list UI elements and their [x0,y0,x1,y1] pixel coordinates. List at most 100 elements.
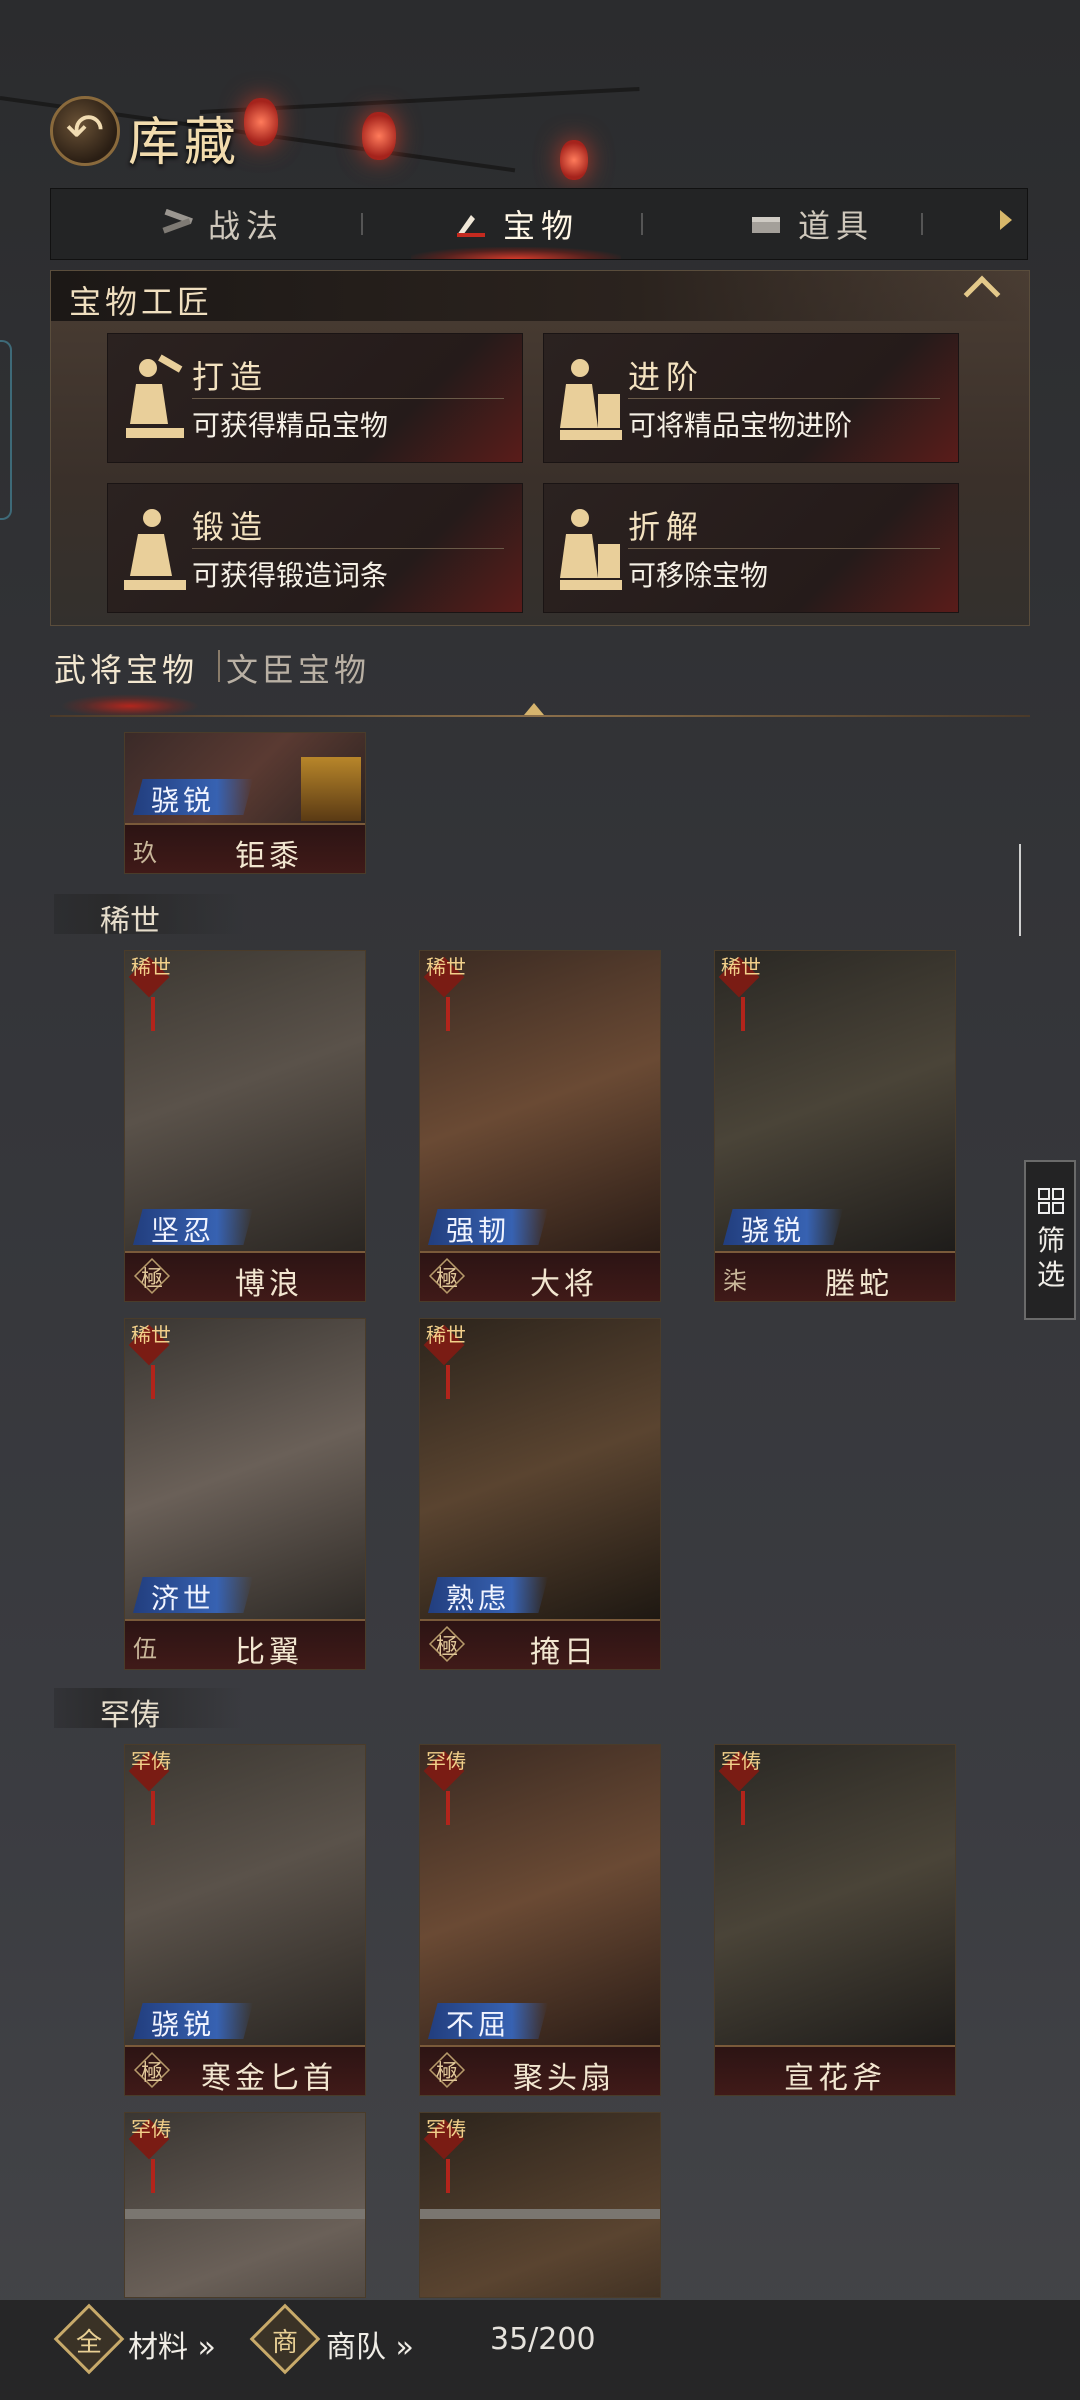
artisan-card-name: 进阶 [628,358,705,396]
treasure-card[interactable]: 骁锐 玖 钜黍 [124,732,366,874]
artisan-card-desc: 可移除宝物 [628,559,769,592]
artisan-card-desc: 可将精品宝物进阶 [628,409,853,442]
trait-tag: 熟虑 [428,1577,548,1613]
rarity-seal-text: 稀世 [426,1323,466,1347]
category-tab-civil[interactable]: 文臣宝物 [226,645,370,691]
tab-treasure[interactable]: 宝物 [381,189,651,259]
artisan-dismantle-button[interactable]: 折解 可移除宝物 [543,483,959,613]
section-header-unique: 罕俦 [54,1688,244,1733]
rarity-seal-text: 稀世 [721,955,761,979]
tab-items[interactable]: 道具 [661,189,961,259]
craftsman-forge-icon [124,509,186,590]
rarity-seal-text: 稀世 [131,1323,171,1347]
divider [192,548,504,549]
craftsman-dismantle-icon [560,509,622,590]
rarity-seal: 稀世 [128,1323,171,1399]
grade-label: 玖 [133,839,157,867]
trait-tag-label: 骁锐 [741,1214,806,1247]
rarity-seal-text: 罕俦 [131,1749,171,1773]
filter-button[interactable]: 筛选 [1024,1160,1076,1320]
treasure-footer: 柒 塍蛇 [715,1251,955,1301]
treasure-name: 博浪 [235,1267,303,1302]
items-icon [751,217,780,233]
grade-label: 柒 [723,1267,747,1295]
storage-capacity: 35/200 [490,2322,596,2357]
treasure-footer: 極 掩日 [420,1619,660,1669]
treasure-name: 寒金匕首 [201,2061,337,2096]
tab-label: 宝物 [502,207,579,245]
treasure-card[interactable]: 稀世骁锐柒 塍蛇 [714,950,956,1302]
treasure-footer: 極 寒金匕首 [125,2045,365,2095]
treasure-footer: 極 大将 [420,1251,660,1301]
tab-next-arrow-icon[interactable] [1000,210,1012,230]
treasure-name: 掩日 [530,1635,598,1670]
treasure-card[interactable]: 罕俦 [419,2112,661,2298]
treasure-card[interactable]: 罕俦 不屈極 聚头扇 [419,1744,661,2096]
rarity-seal: 罕俦 [718,1749,761,1825]
category-tab-general[interactable]: 武将宝物 [54,645,198,691]
artisan-craft-button[interactable]: 打造 可获得精品宝物 [107,333,523,463]
artisan-card-name: 锻造 [192,508,269,546]
trait-tag: 坚忍 [133,1209,253,1245]
treasure-card[interactable]: 稀世 坚忍極 博浪 [124,950,366,1302]
treasure-name: 大将 [530,1267,598,1302]
section-title: 罕俦 [100,1698,160,1733]
artisan-card-name: 打造 [192,358,269,396]
treasure-card[interactable]: 罕俦骁锐極 寒金匕首 [124,1744,366,2096]
back-arrow-icon: ↶ [65,103,105,157]
trait-tag: 不屈 [428,2003,548,2039]
craftsman-hammer-icon [126,354,184,438]
craftsman-anvil-icon [560,359,622,440]
artisan-forge-button[interactable]: 锻造 可获得锻造词条 [107,483,523,613]
rarity-seal: 稀世 [423,955,466,1031]
tab-tactics[interactable]: 战法 [71,189,371,259]
artisan-card-name: 折解 [628,508,705,546]
artisan-advance-button[interactable]: 进阶 可将精品宝物进阶 [543,333,959,463]
hero-portrait [301,757,361,821]
treasure-name: 钜黍 [235,839,303,874]
back-button[interactable]: ↶ [50,96,120,166]
materials-link[interactable]: 材料 » [128,2322,216,2366]
treasure-card[interactable]: 稀世熟虑極 掩日 [419,1318,661,1670]
treasure-card[interactable]: 稀世强韧極 大将 [419,950,661,1302]
section-title: 稀世 [100,904,160,939]
tab-divider [361,213,363,235]
trait-tag-label: 坚忍 [151,1214,216,1247]
rarity-seal-text: 稀世 [426,955,466,979]
treasure-icon [456,215,485,237]
divider [628,398,940,399]
treasure-card[interactable]: 罕俦 [124,2112,366,2298]
caravan-link[interactable]: 商队 » [326,2322,414,2366]
trait-tag: 骁锐 [723,1209,843,1245]
rarity-seal-text: 稀世 [131,955,171,979]
treasure-footer: 宣花斧 [715,2045,955,2095]
artisan-card-desc: 可获得精品宝物 [192,409,389,442]
rarity-seal-text: 罕俦 [426,2117,466,2141]
rarity-seal: 罕俦 [128,1749,171,1825]
artisan-panel: 宝物工匠 打造 可获得精品宝物 进阶 可将精品宝物进阶 锻造 可获得锻造词条 折… [50,270,1030,626]
trait-tag-label: 骁锐 [151,2008,216,2041]
treasure-card[interactable]: 稀世 济世伍 比翼 [124,1318,366,1670]
scrollbar-thumb[interactable] [1019,844,1021,936]
artisan-card-desc: 可获得锻造词条 [192,559,389,592]
trait-tag-label: 不屈 [446,2008,511,2041]
trait-tag: 骁锐 [133,2003,253,2039]
rarity-seal-text: 罕俦 [426,1749,466,1773]
lantern-decoration [362,112,396,160]
materials-icon-glyph: 全 [75,2328,102,2358]
grid-icon [1038,1188,1064,1214]
grade-label: 極 [140,2061,163,2086]
grade-label: 極 [435,2061,458,2086]
rarity-seal: 罕俦 [128,2117,171,2193]
trait-tag-label: 骁锐 [151,784,216,817]
trait-tag: 强韧 [428,1209,548,1245]
treasure-name: 塍蛇 [825,1267,893,1302]
side-panel-handle[interactable] [0,340,12,520]
rarity-seal-text: 罕俦 [721,1749,761,1773]
rarity-seal-text: 罕俦 [131,2117,171,2141]
rarity-seal: 稀世 [423,1323,466,1399]
treasure-card[interactable]: 罕俦宣花斧 [714,1744,956,2096]
trait-tag-label: 济世 [151,1582,216,1615]
grade-label: 伍 [133,1635,157,1663]
rarity-seal: 稀世 [128,955,171,1031]
